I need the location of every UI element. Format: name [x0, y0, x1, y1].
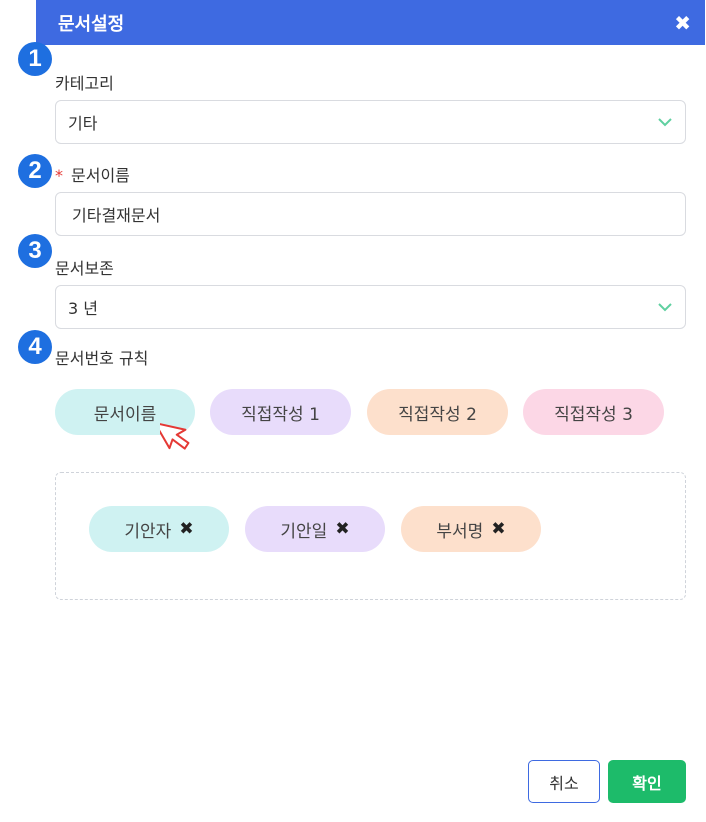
step-badge-1: 1 [18, 42, 52, 76]
cancel-button[interactable]: 취소 [528, 760, 600, 803]
confirm-button[interactable]: 확인 [608, 760, 686, 803]
token-draft-date: 기안일 ✖ [245, 506, 385, 552]
chevron-down-icon [657, 114, 673, 130]
step-badge-2: 2 [18, 154, 52, 188]
token-drafter: 기안자 ✖ [89, 506, 229, 552]
remove-icon[interactable]: ✖ [179, 519, 193, 539]
retention-select[interactable]: 3 년 [55, 285, 686, 329]
category-select[interactable]: 기타 [55, 100, 686, 144]
chip-custom-1[interactable]: 직접작성 1 [210, 389, 351, 435]
category-label: 카테고리 [55, 74, 114, 93]
doc-name-value: 기타결재문서 [72, 206, 161, 225]
numbering-label: 문서번호 규칙 [55, 349, 149, 368]
token-label: 부서명 [436, 521, 484, 542]
numbering-dropzone[interactable]: 기안자 ✖ 기안일 ✖ 부서명 ✖ [55, 472, 686, 600]
step-badge-4: 4 [18, 330, 52, 364]
retention-value: 3 년 [68, 299, 98, 318]
dialog-title: 문서설정 [58, 13, 125, 35]
remove-icon[interactable]: ✖ [335, 519, 349, 539]
chevron-down-icon [657, 299, 673, 315]
token-label: 기안일 [280, 521, 328, 542]
doc-name-input[interactable]: 기타결재문서 [55, 192, 686, 236]
token-label: 기안자 [124, 521, 172, 542]
dialog-header: 문서설정 ✖ [36, 0, 705, 45]
chip-custom-2[interactable]: 직접작성 2 [367, 389, 508, 435]
step-badge-3: 3 [18, 234, 52, 268]
token-department: 부서명 ✖ [401, 506, 541, 552]
doc-name-label: * 문서이름 [55, 162, 130, 186]
chip-custom-3[interactable]: 직접작성 3 [523, 389, 664, 435]
close-icon[interactable]: ✖ [674, 13, 691, 33]
doc-name-label-text: 문서이름 [71, 166, 130, 185]
required-mark: * [55, 166, 63, 185]
category-value: 기타 [68, 114, 98, 133]
mouse-cursor-icon [160, 422, 190, 450]
retention-label: 문서보존 [55, 259, 114, 278]
remove-icon[interactable]: ✖ [491, 519, 505, 539]
